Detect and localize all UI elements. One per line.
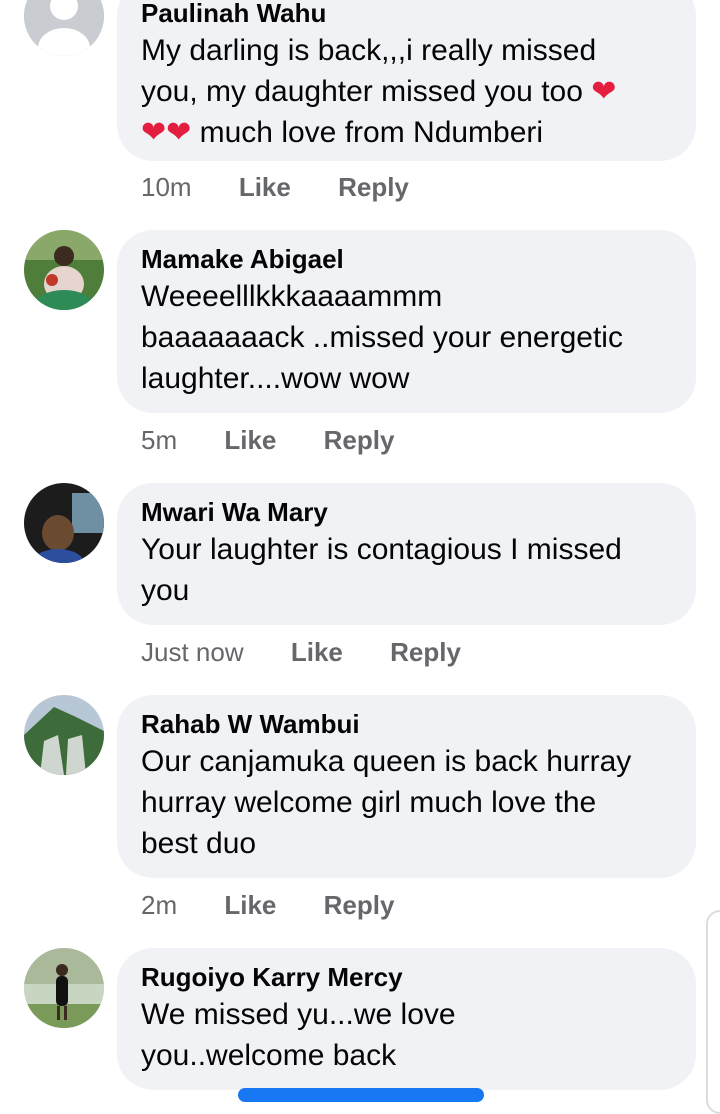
- comment-author[interactable]: Mamake Abigael: [141, 242, 672, 276]
- avatar[interactable]: [24, 230, 104, 310]
- comment-timestamp[interactable]: 10m: [141, 172, 192, 203]
- comment-text: Weeeelllkkkaaaammm baaaaaaack ..missed y…: [141, 280, 623, 395]
- like-button[interactable]: Like: [224, 890, 276, 921]
- like-button[interactable]: Like: [239, 172, 291, 203]
- avatar-default[interactable]: [24, 0, 104, 56]
- comment-text: We missed yu...we love you..welcome back: [141, 998, 456, 1072]
- floating-button-edge[interactable]: [238, 1088, 484, 1102]
- comment-actions: 10m Like Reply: [141, 172, 449, 203]
- avatar-photo: [24, 483, 104, 563]
- comment-bubble[interactable]: Mwari Wa Mary Your laughter is contagiou…: [117, 483, 696, 625]
- comment-bubble[interactable]: Rahab W Wambui Our canjamuka queen is ba…: [117, 695, 696, 878]
- red-heart-emoji: ❤❤: [141, 116, 192, 149]
- like-button[interactable]: Like: [291, 637, 343, 668]
- comment-actions: 5m Like Reply: [141, 425, 434, 456]
- comment-timestamp[interactable]: 2m: [141, 890, 177, 921]
- avatar[interactable]: [24, 948, 104, 1028]
- comment-bubble[interactable]: Paulinah Wahu My darling is back,,,i rea…: [117, 0, 696, 161]
- reply-button[interactable]: Reply: [390, 637, 461, 668]
- comment-author[interactable]: Rahab W Wambui: [141, 707, 672, 741]
- avatar[interactable]: [24, 695, 104, 775]
- avatar-photo: [24, 230, 104, 310]
- person-placeholder-icon: [24, 0, 104, 56]
- like-button[interactable]: Like: [224, 425, 276, 456]
- comment-author[interactable]: Rugoiyo Karry Mercy: [141, 960, 672, 994]
- avatar-photo: [24, 948, 104, 1028]
- comment-bubble[interactable]: Mamake Abigael Weeeelllkkkaaaammm baaaaa…: [117, 230, 696, 413]
- comment-text: My darling is back,,,i really missed you…: [141, 34, 617, 149]
- red-heart-emoji: ❤: [591, 75, 617, 108]
- partial-card-edge: [706, 910, 720, 1114]
- reply-button[interactable]: Reply: [324, 425, 395, 456]
- avatar-photo: [24, 695, 104, 775]
- comment-author[interactable]: Mwari Wa Mary: [141, 495, 672, 529]
- comment-actions: 2m Like Reply: [141, 890, 434, 921]
- comment-timestamp[interactable]: Just now: [141, 637, 244, 668]
- comment-text: Our canjamuka queen is back hurray hurra…: [141, 745, 632, 860]
- comment-author[interactable]: Paulinah Wahu: [141, 0, 672, 30]
- avatar[interactable]: [24, 483, 104, 563]
- reply-button[interactable]: Reply: [338, 172, 409, 203]
- comment-text: Your laughter is contagious I missed you: [141, 533, 622, 607]
- comment-timestamp[interactable]: 5m: [141, 425, 177, 456]
- comment-actions: Just now Like Reply: [141, 637, 501, 668]
- comment-bubble[interactable]: Rugoiyo Karry Mercy We missed yu...we lo…: [117, 948, 696, 1090]
- reply-button[interactable]: Reply: [324, 890, 395, 921]
